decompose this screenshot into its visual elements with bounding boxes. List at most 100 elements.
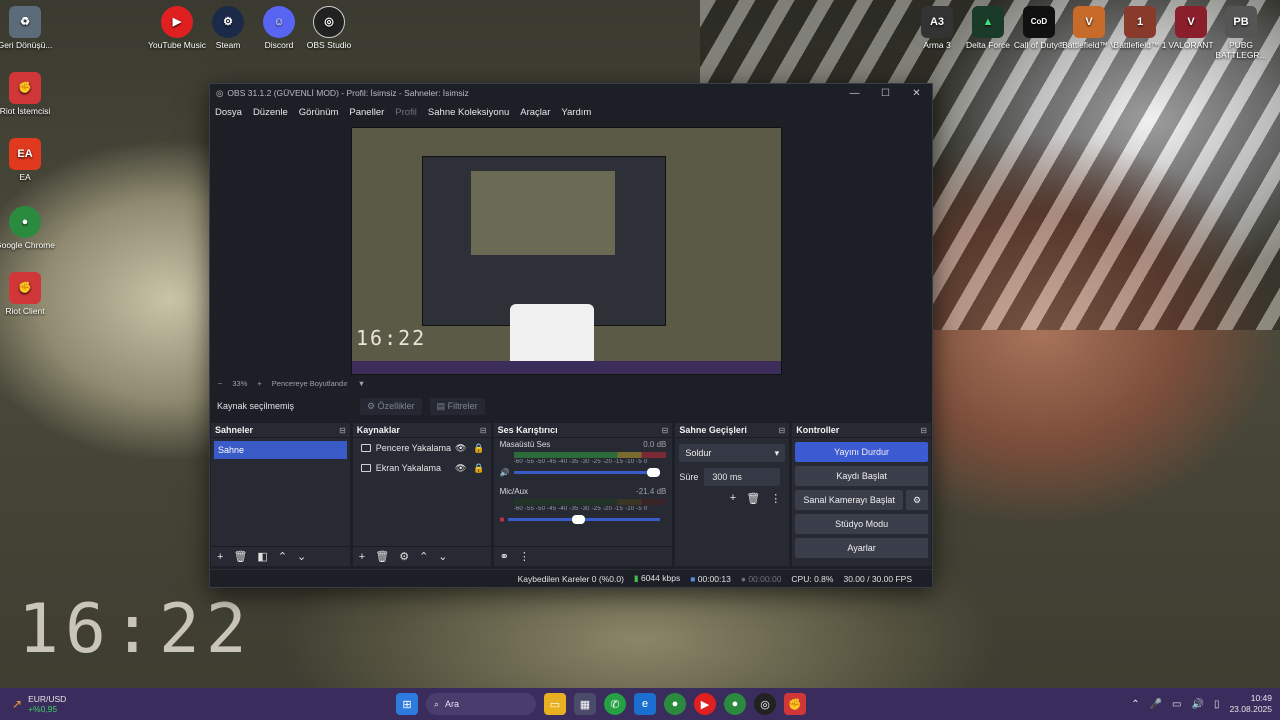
dock-float-icon[interactable]: ⊟ — [920, 426, 927, 435]
speaker-icon[interactable]: 🔊 — [500, 468, 510, 477]
menu-docks[interactable]: Paneller — [349, 107, 384, 118]
battery-icon[interactable]: ▯ — [1214, 699, 1220, 710]
preview-canvas[interactable]: 16:22 — [351, 127, 782, 375]
cpu-usage: CPU: 0.8% — [791, 573, 834, 584]
filter-icon[interactable]: ◧ — [257, 550, 267, 563]
store-icon[interactable]: ▦ — [574, 693, 596, 715]
eye-icon[interactable]: 👁 — [455, 463, 466, 474]
menu-profile[interactable]: Profil — [395, 107, 417, 118]
start-recording-button[interactable]: Kaydı Başlat — [795, 466, 928, 486]
youtube-music-icon: ▶ — [161, 6, 193, 38]
scene-item[interactable]: Sahne — [214, 441, 347, 459]
taskbar-search[interactable]: ⌕ Ara — [426, 693, 536, 715]
fit-to-window-button[interactable]: Pencereye Boyutlandır — [272, 379, 348, 388]
whatsapp-icon[interactable]: ✆ — [604, 693, 626, 715]
virtual-camera-settings-button[interactable]: ⚙ — [906, 490, 928, 510]
eye-icon[interactable]: 👁 — [455, 443, 466, 454]
no-source-label: Kaynak seçilmemiş — [217, 401, 295, 411]
source-item-window-capture[interactable]: Pencere Yakalama 👁 🔒 — [353, 438, 491, 458]
desktop-icon-pubg[interactable]: PB PUBG BATTLEGR... — [1206, 6, 1276, 60]
start-virtual-camera-button[interactable]: Sanal Kamerayı Başlat — [795, 490, 903, 510]
add-icon[interactable]: + — [217, 551, 223, 563]
slider-knob[interactable] — [647, 468, 661, 477]
volume-icon[interactable]: 🔊 — [1191, 699, 1203, 710]
zoom-out-button[interactable]: − — [218, 379, 222, 388]
lock-icon[interactable]: 🔒 — [473, 443, 484, 454]
chevron-down-icon[interactable]: ▼ — [358, 379, 365, 388]
clock[interactable]: 10:49 23.08.2025 — [1229, 693, 1272, 715]
stop-streaming-button[interactable]: Yayını Durdur — [795, 442, 928, 462]
microphone-icon[interactable]: 🎤 — [1150, 699, 1162, 710]
windows-start-icon[interactable]: ⊞ — [396, 693, 418, 715]
window-icon — [360, 444, 371, 452]
chrome-icon: ● — [9, 206, 41, 238]
network-icon[interactable]: ▭ — [1172, 699, 1181, 710]
muted-speaker-icon[interactable]: ■ — [500, 515, 505, 524]
link-icon[interactable]: ⚭ — [500, 550, 509, 563]
desktop-icon-riot-istemcisi[interactable]: ✊ Riot İstemcisi — [0, 72, 60, 116]
riot-icon[interactable]: ✊ — [784, 693, 806, 715]
more-icon[interactable]: ⋮ — [519, 550, 530, 563]
filters-button[interactable]: ▤ Filtreler — [429, 397, 485, 415]
desktop-icon-riot-client[interactable]: ✊ Riot Client — [0, 272, 60, 316]
add-icon[interactable]: + — [359, 551, 365, 563]
properties-button[interactable]: ⚙ Özellikler — [360, 397, 422, 415]
dock-float-icon[interactable]: ⊟ — [339, 426, 346, 435]
maximize-button[interactable]: ☐ — [870, 88, 901, 99]
dock-float-icon[interactable]: ⊟ — [662, 426, 669, 435]
dock-float-icon[interactable]: ⊟ — [480, 426, 487, 435]
menu-view[interactable]: Görünüm — [299, 107, 339, 118]
volume-slider[interactable] — [508, 515, 661, 524]
zoom-bar: − 33% + Pencereye Boyutlandır ▼ — [210, 376, 932, 390]
more-icon[interactable]: ⋮ — [770, 492, 781, 505]
menu-bar: Dosya Düzenle Görünüm Paneller Profil Sa… — [210, 102, 932, 122]
arrow-up-icon[interactable]: ⌃ — [278, 550, 287, 563]
widget-ticker[interactable]: ↗ EUR/USD +%0,95 — [12, 694, 392, 714]
slider-knob[interactable] — [572, 515, 586, 524]
arrow-down-icon[interactable]: ⌄ — [438, 550, 447, 563]
menu-scene-collection[interactable]: Sahne Koleksiyonu — [428, 107, 509, 118]
gear-icon[interactable]: ⚙ — [399, 550, 409, 563]
desktop-icon-obs[interactable]: ◎ OBS Studio — [294, 6, 364, 50]
minimize-button[interactable]: — — [839, 88, 870, 99]
dock-float-icon[interactable]: ⊟ — [779, 426, 786, 435]
arma-icon: A3 — [921, 6, 953, 38]
menu-tools[interactable]: Araçlar — [520, 107, 550, 118]
meter-ticks: -60 -55 -50 -45 -40 -35 -30 -25 -20 -15 … — [513, 459, 648, 465]
menu-edit[interactable]: Düzenle — [253, 107, 288, 118]
lock-icon[interactable]: 🔒 — [473, 463, 484, 474]
desktop-icon-chrome[interactable]: ● Google Chrome — [0, 206, 60, 250]
menu-help[interactable]: Yardım — [561, 107, 591, 118]
menu-file[interactable]: Dosya — [215, 107, 242, 118]
transition-select[interactable]: Soldur ▾ — [679, 444, 786, 462]
add-icon[interactable]: + — [730, 492, 736, 505]
trash-icon[interactable]: 🗑 — [375, 550, 389, 563]
mixer-footer: ⚭ ⋮ — [493, 546, 673, 566]
edge-icon[interactable]: e — [634, 693, 656, 715]
chrome-profile-icon[interactable]: ● — [724, 693, 746, 715]
scenes-footer: + 🗑 ◧ ⌃ ⌄ — [211, 546, 350, 566]
studio-mode-button[interactable]: Stüdyo Modu — [795, 514, 928, 534]
duration-input[interactable]: 300 ms — [704, 468, 781, 486]
volume-slider[interactable] — [513, 468, 661, 477]
youtube-music-icon[interactable]: ▶ — [694, 693, 716, 715]
settings-button[interactable]: Ayarlar — [795, 538, 928, 558]
sources-dock: Kaynaklar ⊟ Pencere Yakalama 👁 🔒 Ekran Yak… — [352, 423, 491, 566]
zoom-in-button[interactable]: + — [257, 379, 261, 388]
desktop-icon-ea[interactable]: EA EA — [0, 138, 60, 182]
chevron-up-icon[interactable]: ⌃ — [1131, 699, 1139, 710]
trash-icon[interactable]: 🗑 — [746, 492, 760, 505]
stream-time: 00:00:13 — [697, 573, 731, 584]
file-explorer-icon[interactable]: ▭ — [544, 693, 566, 715]
fps: 30.00 / 30.00 FPS — [843, 573, 912, 584]
close-button[interactable]: ✕ — [901, 88, 932, 99]
source-item-screen-capture[interactable]: Ekran Yakalama 👁 🔒 — [353, 458, 491, 478]
obs-icon[interactable]: ◎ — [754, 693, 776, 715]
arrow-down-icon[interactable]: ⌄ — [297, 550, 306, 563]
transitions-dock: Sahne Geçişleri ⊟ Soldur ▾ Süre 300 ms + 🗑 … — [675, 423, 790, 566]
obs-titlebar[interactable]: ◎ OBS 31.1.2 (GÜVENLİ MOD) - Profil: İsi… — [210, 84, 932, 102]
chrome-icon[interactable]: ● — [664, 693, 686, 715]
desktop-icon-recycle-bin[interactable]: ♻ Geri Dönüşü... — [0, 6, 60, 50]
trash-icon[interactable]: 🗑 — [233, 550, 247, 563]
arrow-up-icon[interactable]: ⌃ — [419, 550, 428, 563]
